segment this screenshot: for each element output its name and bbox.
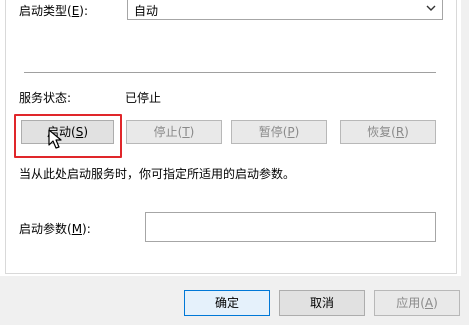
chevron-down-icon [426,5,436,11]
mouse-cursor-icon [48,129,62,149]
pause-button-suffix: ) [294,125,300,139]
apply-button-suffix: ) [433,296,438,310]
startup-type-label-suffix: ): [79,4,89,18]
apply-button[interactable]: 应用(A) [374,290,460,316]
start-button-highlight [14,114,122,158]
apply-button-accesskey: A [424,296,434,310]
service-status-label: 服务状态: [19,91,72,105]
resume-button-accesskey: R [395,125,405,139]
stop-button-label: 停止( [153,125,183,139]
stop-button[interactable]: 停止(T) [126,120,222,144]
startup-type-label-text: 启动类型( [19,4,72,18]
apply-button-label: 应用( [396,296,425,310]
ok-button[interactable]: 确定 [184,290,270,316]
stop-button-accesskey: T [182,125,190,139]
resume-button[interactable]: 恢复(R) [340,120,436,144]
pause-button[interactable]: 暂停(P) [231,120,327,144]
pause-button-label: 暂停( [258,125,288,139]
window-edge [461,0,469,325]
start-params-hint: 当从此处启动服务时，你可指定所适用的启动参数。 [19,167,296,181]
startup-type-value: 自动 [134,4,159,18]
resume-button-suffix: ) [404,125,409,139]
startup-type-label: 启动类型(E): [19,2,88,19]
start-params-input[interactable] [145,212,436,242]
stop-button-suffix: ) [189,125,195,139]
service-status-value: 已停止 [125,91,162,105]
start-params-accesskey: M [71,222,83,236]
cancel-button[interactable]: 取消 [279,290,365,316]
start-params-label-text: 启动参数( [19,222,72,236]
separator [24,72,436,73]
startup-type-dropdown[interactable]: 自动 [127,0,443,20]
start-params-label: 启动参数(M): [19,220,91,237]
pause-button-accesskey: P [287,125,295,139]
resume-button-label: 恢复( [367,125,396,139]
start-params-label-suffix: ): [82,222,91,236]
